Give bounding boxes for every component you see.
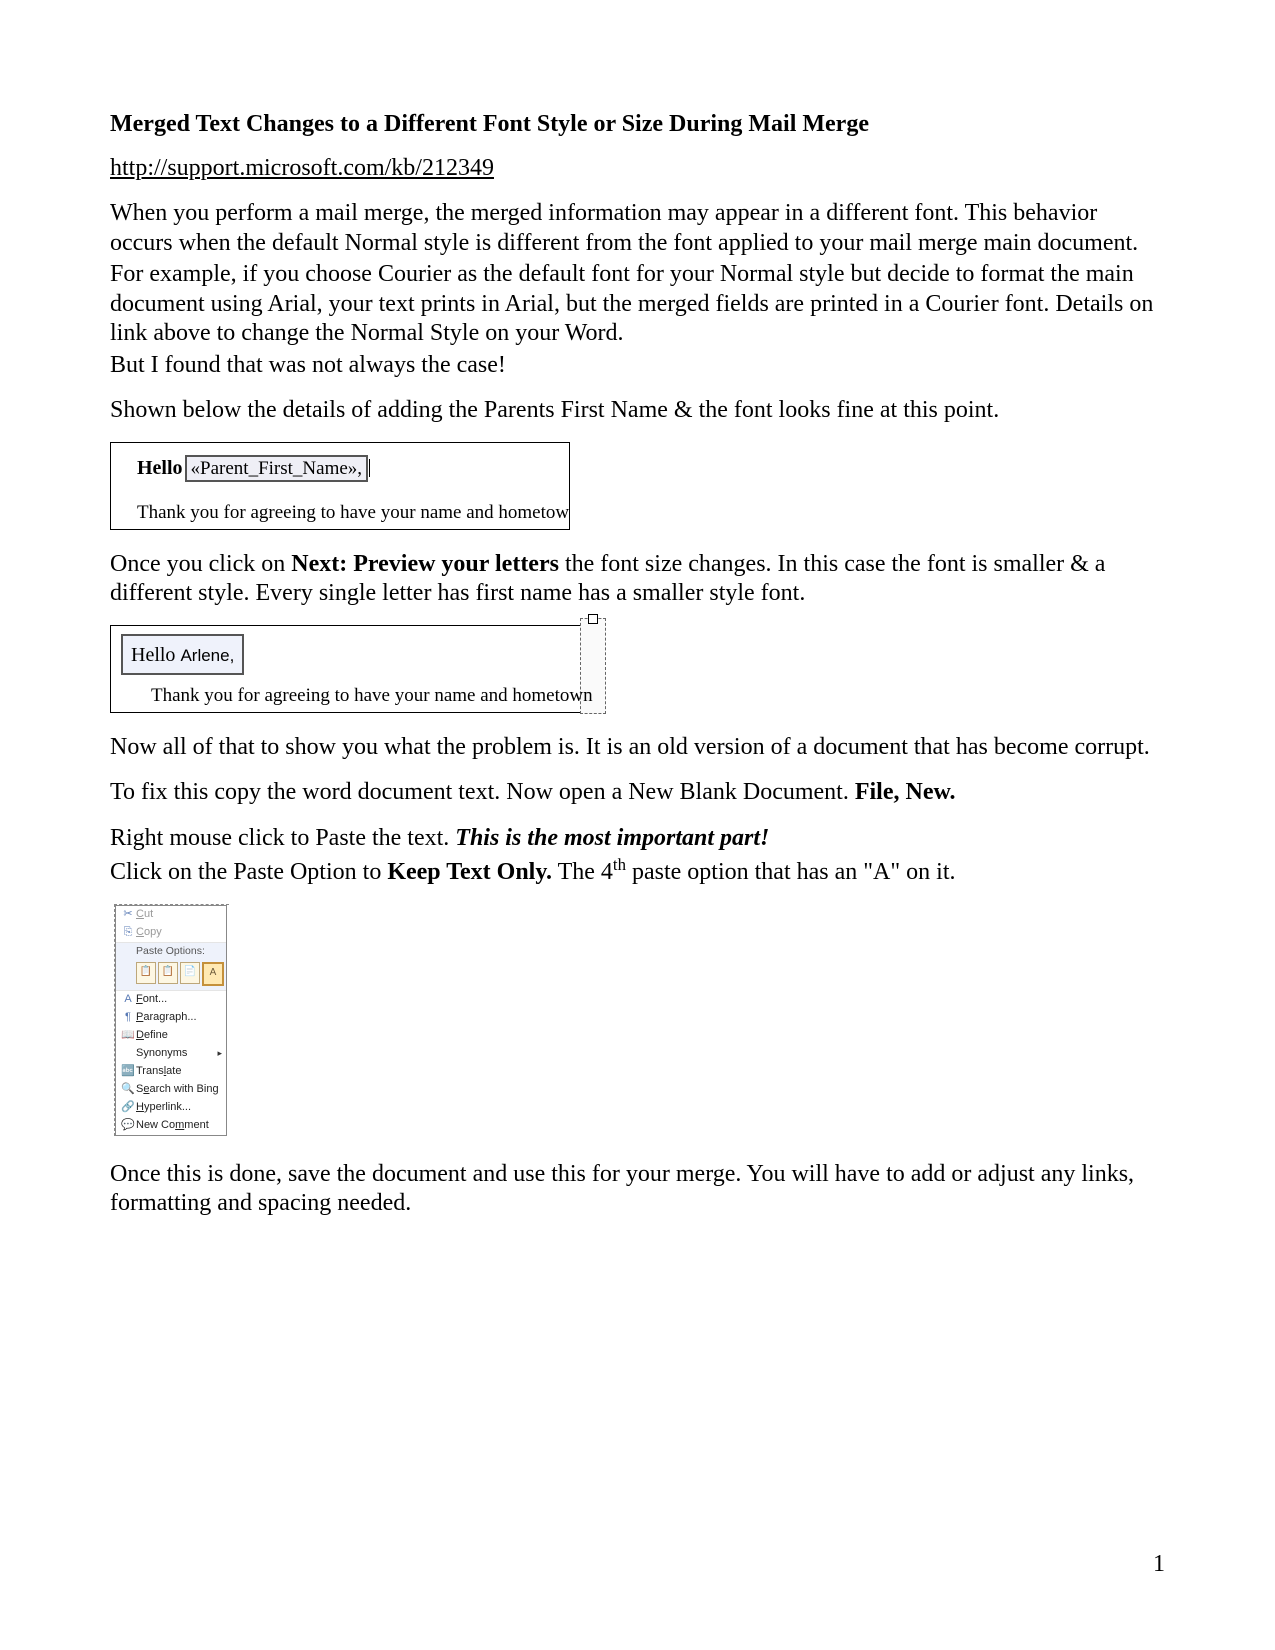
menu-label: Cut <box>136 908 222 922</box>
paragraph-1: When you perform a mail merge, the merge… <box>110 199 1165 380</box>
menu-item-cut[interactable]: ✂ Cut <box>116 906 226 924</box>
merged-name: Arlene, <box>180 646 234 665</box>
menu-label: Search with Bing <box>136 1083 222 1097</box>
thank-line: Thank you for agreeing to have your name… <box>151 684 593 707</box>
body-text: Once you click on Next: Preview your let… <box>110 550 1165 609</box>
translate-icon: 🔤 <box>120 1065 136 1079</box>
menu-item-font[interactable]: A Font... <box>116 991 226 1009</box>
page-number: 1 <box>1153 1550 1165 1580</box>
word-hello-line: Hello «Parent_First_Name», <box>137 455 559 482</box>
menu-label: Define <box>136 1029 222 1043</box>
link-icon: 🔗 <box>120 1101 136 1115</box>
text-run: To fix this copy the word document text.… <box>110 779 855 805</box>
hello-text: Hello <box>131 644 180 666</box>
menu-item-search-bing[interactable]: 🔍 Search with Bing <box>116 1081 226 1099</box>
menu-item-synonyms[interactable]: Synonyms ▸ <box>116 1045 226 1063</box>
text-run: The 4 <box>552 859 613 885</box>
search-icon: 🔍 <box>120 1083 136 1097</box>
word-snippet-2: Hello Arlene, Thank you for agreeing to … <box>110 625 580 713</box>
kb-link[interactable]: http://support.microsoft.com/kb/212349 <box>110 154 494 184</box>
book-icon: 📖 <box>120 1029 136 1043</box>
text-run: Once you click on <box>110 551 291 577</box>
menu-item-copy[interactable]: ⎘ Copy <box>116 924 226 942</box>
menu-item-translate[interactable]: 🔤 Translate <box>116 1063 226 1081</box>
paste-picture-button[interactable]: 📄 <box>180 962 200 984</box>
paste-merge-button[interactable]: 📋 <box>158 962 178 984</box>
bold-run: Next: Preview your letters <box>291 551 559 577</box>
copy-icon: ⎘ <box>120 926 136 940</box>
menu-item-hyperlink[interactable]: 🔗 Hyperlink... <box>116 1099 226 1117</box>
body-text: Right mouse click to Paste the text. Thi… <box>110 824 1165 854</box>
page-title: Merged Text Changes to a Different Font … <box>110 110 1165 140</box>
body-text: For example, if you choose Courier as th… <box>110 260 1165 349</box>
hello-text: Hello <box>137 456 183 481</box>
body-text: Click on the Paste Option to Keep Text O… <box>110 855 1165 888</box>
menu-item-new-comment[interactable]: 💬 New Comment <box>116 1117 226 1135</box>
letter-a-icon: A <box>210 967 217 979</box>
selection-box: Hello Arlene, <box>121 634 244 676</box>
menu-label: Synonyms <box>136 1047 217 1061</box>
text-run: paste option that has an "A" on it. <box>626 859 956 885</box>
context-menu: ✂ Cut ⎘ Copy Paste Options: 📋 📋 📄 A A Fo… <box>115 905 227 1136</box>
menu-label: Copy <box>136 926 222 940</box>
scissors-icon: ✂ <box>120 908 136 922</box>
text-run: Right mouse click to Paste the text. <box>110 825 455 851</box>
paste-text-only-button[interactable]: A <box>202 962 224 986</box>
paragraph-icon: ¶ <box>120 1011 136 1025</box>
paste-keep-source-button[interactable]: 📋 <box>136 962 156 984</box>
bold-italic-run: This is the most important part! <box>455 825 769 851</box>
font-icon: A <box>120 993 136 1007</box>
menu-label: Translate <box>136 1065 222 1079</box>
text-run: Click on the Paste Option to <box>110 859 387 885</box>
bold-run: File, New. <box>855 779 956 805</box>
paste-options-label: Paste Options: <box>116 942 226 960</box>
menu-item-paragraph[interactable]: ¶ Paragraph... <box>116 1009 226 1027</box>
body-text: When you perform a mail merge, the merge… <box>110 199 1165 258</box>
body-text: But I found that was not always the case… <box>110 351 1165 381</box>
text-cursor <box>369 459 370 477</box>
paragraph-4: Now all of that to show you what the pro… <box>110 733 1165 763</box>
resize-handle-icon <box>588 614 598 624</box>
bold-run: Keep Text Only. <box>387 859 552 885</box>
paragraph-2: Shown below the details of adding the Pa… <box>110 396 1165 426</box>
submenu-arrow-icon: ▸ <box>217 1048 222 1059</box>
paragraph-8: Once this is done, save the document and… <box>110 1160 1165 1219</box>
menu-item-define[interactable]: 📖 Define <box>116 1027 226 1045</box>
paragraph-6-7: Right mouse click to Paste the text. Thi… <box>110 824 1165 888</box>
menu-label: New Comment <box>136 1119 222 1133</box>
document-page: Merged Text Changes to a Different Font … <box>0 0 1275 1650</box>
thank-line: Thank you for agreeing to have your name… <box>137 501 569 524</box>
superscript: th <box>613 855 626 874</box>
word-snippet-1: Hello «Parent_First_Name», Thank you for… <box>110 442 570 530</box>
comment-icon: 💬 <box>120 1119 136 1133</box>
paragraph-3: Once you click on Next: Preview your let… <box>110 550 1165 609</box>
paragraph-5: To fix this copy the word document text.… <box>110 778 1165 808</box>
context-menu-screenshot: ✂ Cut ⎘ Copy Paste Options: 📋 📋 📄 A A Fo… <box>114 904 229 1136</box>
paste-options-row: 📋 📋 📄 A <box>116 960 226 991</box>
menu-label: Paragraph... <box>136 1011 222 1025</box>
merge-field: «Parent_First_Name», <box>185 455 369 482</box>
menu-label: Hyperlink... <box>136 1101 222 1115</box>
menu-label: Font... <box>136 993 222 1007</box>
